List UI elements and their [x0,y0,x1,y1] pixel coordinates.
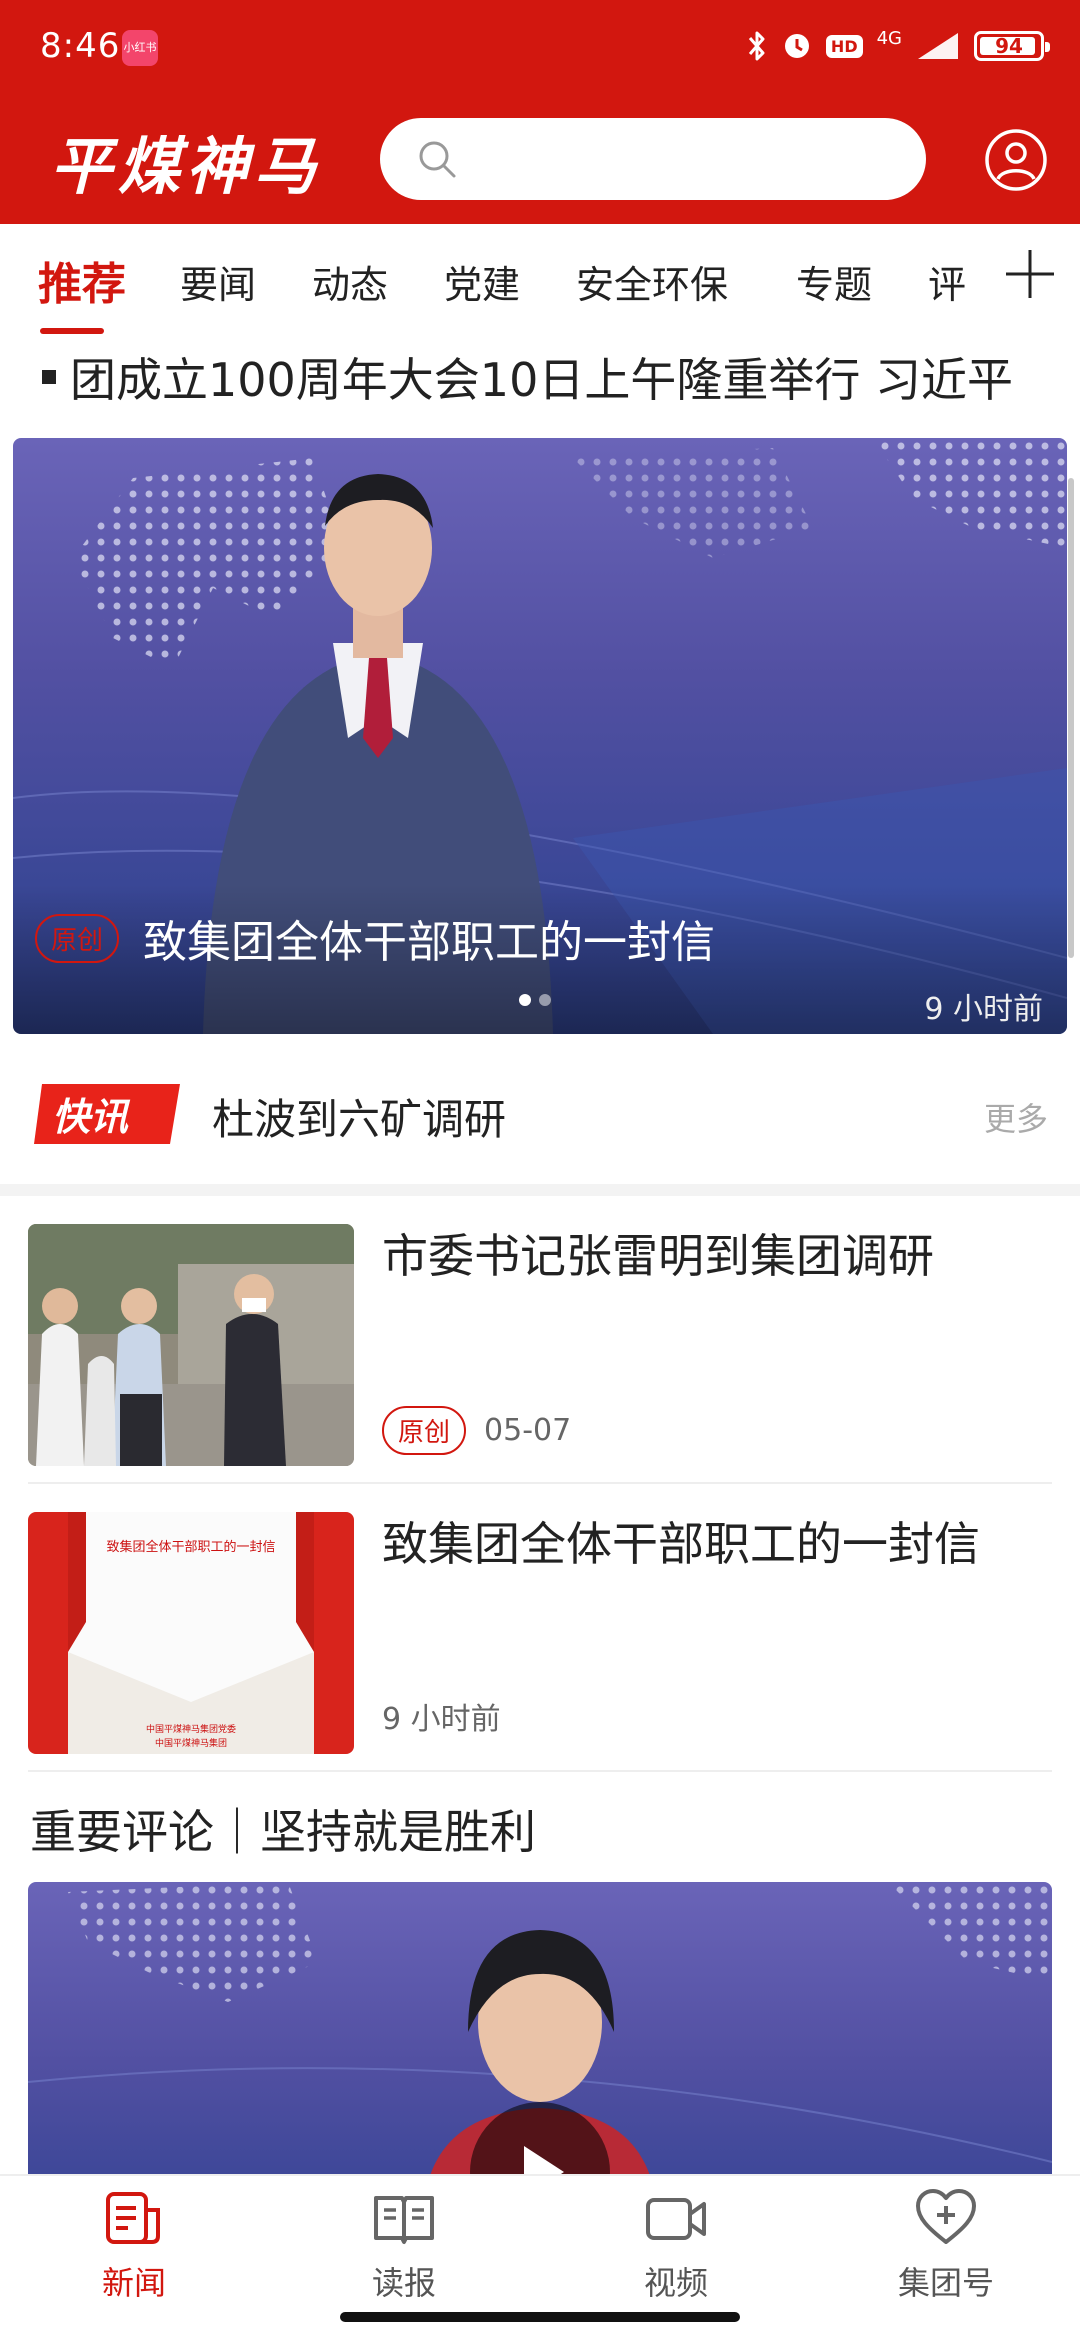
tab-party[interactable]: 党建 [444,254,520,309]
ticker-text: 团成立100周年大会10日上午隆重举行 习近平 [70,353,1013,407]
user-profile-icon[interactable] [984,128,1048,192]
thumb-footer: 中国平煤神马集团 [154,1739,227,1749]
nav-label: 视频 [643,2264,708,2302]
nav-group-account[interactable]: 集团号 [846,2186,1046,2304]
list-divider [28,1770,1052,1772]
more-link[interactable]: 更多 [984,1094,1048,1140]
original-tag: 原创 [35,914,120,963]
search-input[interactable] [380,118,926,200]
status-time: 8:46 [40,26,121,66]
tab-topics[interactable]: 专题 [796,254,872,309]
home-indicator[interactable] [340,2312,740,2322]
flash-badge: 快讯 [52,1095,129,1139]
section-title[interactable]: 重要评论｜坚持就是胜利 [30,1796,536,1862]
flash-text: 杜波到六矿调研 [212,1095,507,1144]
news-time: 9 小时前 [382,1702,501,1737]
section-divider [0,1184,1080,1196]
headline-ticker[interactable]: 团成立100周年大会10日上午隆重举行 习近平 [0,334,1080,436]
status-icons: HD 4G 94 [746,24,1050,68]
search-icon [419,141,456,178]
video-camera-icon [646,2198,706,2240]
network-type: 4G [876,27,902,49]
book-icon [374,2196,434,2244]
battery-indicator: 94 [974,31,1050,61]
nav-label: 读报 [371,2264,436,2302]
nav-read-paper[interactable]: 读报 [304,2186,504,2304]
news-title: 致集团全体干部职工的一封信 [382,1517,980,1571]
news-icon [106,2192,160,2244]
original-tag: 原创 [382,1406,467,1455]
nav-video[interactable]: 视频 [576,2186,776,2304]
scrollbar[interactable] [1068,478,1074,958]
banner-title: 致集团全体干部职工的一封信 [143,917,715,968]
nav-label: 集团号 [897,2264,994,2302]
app-logo: 平煤神马 [50,130,323,203]
signal-icon [918,33,958,59]
tab-headlines[interactable]: 要闻 [180,254,256,309]
news-item[interactable]: 致集团全体干部职工的一封信 中国平煤神马集团党委 中国平煤神马集团 致集团全体干… [0,1484,1080,1772]
bluetooth-icon [748,31,765,61]
alarm-clock-icon [784,34,809,58]
news-thumbnail [28,1224,354,1466]
carousel-dot [519,994,531,1006]
hd-indicator: HD [825,34,863,58]
add-channel-icon[interactable] [1000,244,1060,304]
battery-percent: 94 [995,34,1023,58]
featured-banner[interactable]: 原创 致集团全体干部职工的一封信 9 小时前 [13,438,1067,1034]
carousel-dot [539,994,551,1006]
nav-news[interactable]: 新闻 [34,2186,234,2304]
tab-updates[interactable]: 动态 [312,254,388,309]
news-date: 05-07 [484,1413,572,1448]
heart-plus-icon [916,2189,976,2244]
news-title: 市委书记张雷明到集团调研 [382,1229,934,1283]
video-thumbnail [28,1882,1052,2182]
banner-time: 9 小时前 [924,992,1043,1027]
notification-app-badge: 小红书 [122,30,158,66]
thumb-heading: 致集团全体干部职工的一封信 [106,1540,276,1555]
flash-news[interactable]: 快讯 杜波到六矿调研 更多 [0,1064,1080,1168]
video-card[interactable] [28,1882,1052,2182]
nav-label: 新闻 [101,2264,166,2302]
ticker-bullet [42,370,56,384]
thumb-footer: 中国平煤神马集团党委 [145,1725,236,1735]
channel-tabs: 推荐 要闻 动态 党建 安全环保 专题 评 [0,224,1080,334]
tab-safety-environment[interactable]: 安全环保 [576,254,728,309]
news-meta: 9 小时前 [382,1694,501,1738]
news-item[interactable]: 市委书记张雷明到集团调研 原创 05-07 [0,1196,1080,1484]
carousel-indicator [519,994,551,1006]
news-thumbnail: 致集团全体干部职工的一封信 中国平煤神马集团党委 中国平煤神马集团 [28,1512,354,1754]
tab-commentary[interactable]: 评 [928,254,966,309]
tab-recommend[interactable]: 推荐 [38,248,126,312]
status-bar: 8:46 小红书 HD 4G 94 [0,0,1080,96]
news-meta: 原创 05-07 [382,1406,571,1455]
app-header: 平煤神马 [0,96,1080,224]
